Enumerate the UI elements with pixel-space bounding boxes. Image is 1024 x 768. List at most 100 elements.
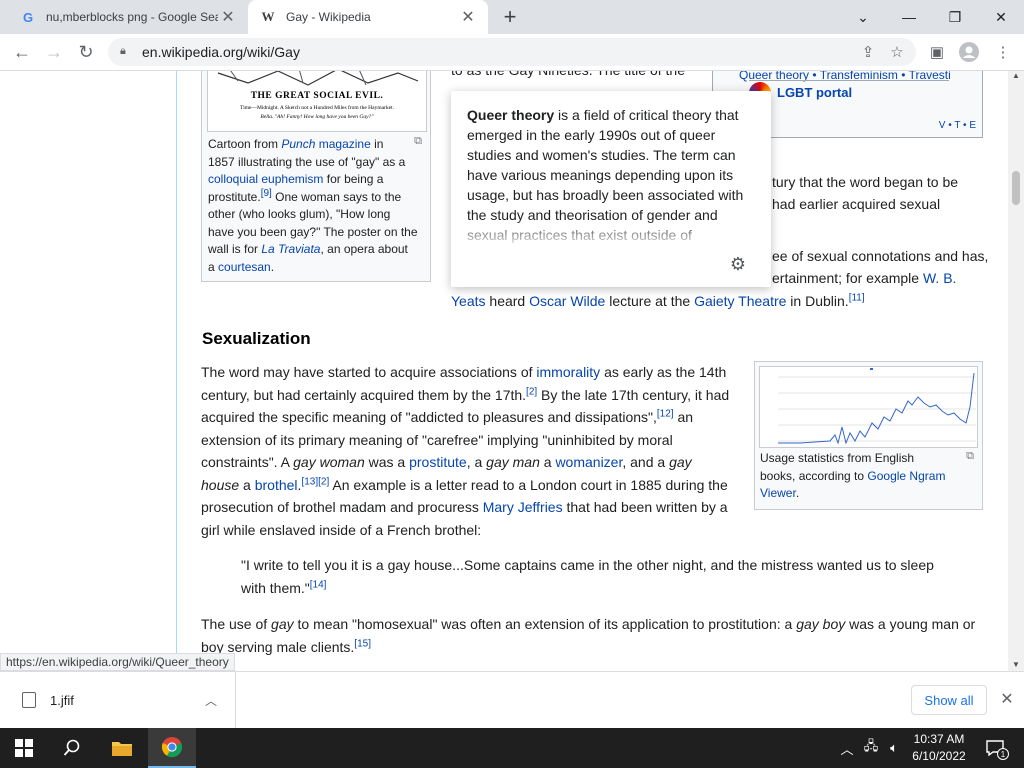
forward-button[interactable]: → xyxy=(40,38,68,66)
tab-search-chevron-icon[interactable]: ⌄ xyxy=(840,0,886,34)
text-fragment-3: ee of sexual connotations and has, xyxy=(772,248,989,264)
vertical-scrollbar[interactable]: ▲ ▼ xyxy=(1008,71,1024,671)
text-fragment-1: tury that the word began to be xyxy=(772,174,959,190)
search-button[interactable] xyxy=(48,728,96,768)
ref-15[interactable]: [15] xyxy=(354,638,371,649)
download-filename: 1.jfif xyxy=(50,692,74,708)
minimize-button[interactable]: — xyxy=(886,0,932,34)
section-heading-sexualization: Sexualization xyxy=(202,329,311,348)
ngram-thumbnail: ⧉ Usage statistics from English books, a… xyxy=(754,361,983,510)
bookmark-star-icon[interactable]: ☆ xyxy=(886,41,908,63)
popup-fade xyxy=(451,219,771,249)
back-button[interactable]: ← xyxy=(8,38,36,66)
cartoon-image[interactable]: THE GREAT SOCIAL EVIL. Time—Midnight. A … xyxy=(207,71,427,132)
close-window-button[interactable]: ✕ xyxy=(978,0,1024,34)
download-item[interactable]: 1.jfif ︿ xyxy=(0,672,236,728)
windows-logo-icon xyxy=(15,739,33,757)
system-clock[interactable]: 10:37 AM 6/10/2022 xyxy=(904,731,974,765)
text-fragment-4: ertainment; for example W. B. xyxy=(772,270,957,286)
reload-button[interactable]: ↻ xyxy=(72,38,100,66)
page-viewport: to as the Gay Nineties. The title of the… xyxy=(0,71,1024,671)
restore-button[interactable]: ❐ xyxy=(932,0,978,34)
gaiety-theatre-link[interactable]: Gaiety Theatre xyxy=(694,293,786,309)
tab-wikipedia[interactable]: W Gay - Wikipedia ✕ xyxy=(248,0,488,34)
show-all-button[interactable]: Show all xyxy=(911,685,987,715)
new-tab-button[interactable]: + xyxy=(498,4,522,29)
status-url-tooltip: https://en.wikipedia.org/wiki/Queer_theo… xyxy=(0,653,235,671)
google-ngram-link[interactable]: Google Ngram xyxy=(867,469,945,483)
lock-icon[interactable]: 🔒︎ xyxy=(120,45,134,59)
ref-13-2[interactable]: [13][2] xyxy=(301,476,329,487)
content-border xyxy=(176,71,177,671)
url-text: en.wikipedia.org/wiki/Gay xyxy=(142,44,300,60)
colloquial-euphemism-link[interactable]: colloquial euphemism xyxy=(208,172,323,186)
browser-toolbar: ← → ↻ 🔒︎ en.wikipedia.org/wiki/Gay ⇪ ☆ ▣… xyxy=(0,34,1024,71)
ngram-viewer-link[interactable]: Viewer xyxy=(760,486,796,500)
ref-9[interactable]: [9] xyxy=(261,188,272,199)
side-panel-icon[interactable]: ▣ xyxy=(926,41,948,63)
wikipedia-favicon-icon: W xyxy=(261,9,275,24)
paragraph-sexualization-1: The word may have started to acquire ass… xyxy=(201,364,730,538)
menu-kebab-icon[interactable]: ⋮ xyxy=(992,41,1014,63)
scroll-up-icon[interactable]: ▲ xyxy=(1012,71,1020,80)
wb-yeats-link[interactable]: W. B. xyxy=(923,270,956,286)
search-icon xyxy=(63,739,80,756)
share-icon[interactable]: ⇪ xyxy=(857,41,879,63)
ref-12[interactable]: [12] xyxy=(657,408,674,419)
file-explorer-button[interactable] xyxy=(98,728,146,768)
ref-14[interactable]: [14] xyxy=(310,579,327,590)
scroll-down-icon[interactable]: ▼ xyxy=(1012,660,1020,669)
gear-icon[interactable]: ⚙ xyxy=(729,254,747,274)
tray-overflow-chevron-icon[interactable]: ︿ xyxy=(838,738,856,758)
tab-google-search[interactable]: G nu,mberblocks png - Google Sea ✕ xyxy=(8,0,248,34)
scrollbar-thumb[interactable] xyxy=(1012,171,1020,205)
courtesan-link[interactable]: courtesan xyxy=(218,260,271,274)
womanizer-link[interactable]: womanizer xyxy=(555,454,622,470)
cartoon-caption: Cartoon from Punch magazine in 1857 illu… xyxy=(208,137,418,274)
file-icon xyxy=(22,692,36,708)
close-tab-icon[interactable]: ✕ xyxy=(458,7,478,27)
page-preview-popup[interactable]: Queer theory is a field of critical theo… xyxy=(451,91,771,287)
immorality-link[interactable]: immorality xyxy=(536,364,600,380)
close-tab-icon[interactable]: ✕ xyxy=(218,7,238,27)
cartoon-drawing-icon xyxy=(217,71,419,86)
address-bar[interactable]: 🔒︎ en.wikipedia.org/wiki/Gay xyxy=(108,38,916,66)
ngram-chart-image[interactable] xyxy=(759,366,978,448)
volume-icon[interactable]: 🔈︎ xyxy=(885,738,903,758)
brothel-link[interactable]: brothel xyxy=(255,477,298,493)
cartoon-subline2: Bella. "Ah! Fanny! How long have you bee… xyxy=(260,114,374,120)
profile-avatar-icon[interactable] xyxy=(958,41,980,63)
close-icon[interactable]: ✕ xyxy=(996,688,1018,710)
cartoon-thumbnail: THE GREAT SOCIAL EVIL. Time—Midnight. A … xyxy=(201,71,431,282)
tab-title: Gay - Wikipedia xyxy=(286,10,371,24)
ref-2[interactable]: [2] xyxy=(526,386,537,397)
download-shelf: 1.jfif ︿ Show all ✕ xyxy=(0,671,1024,728)
tab-title: nu,mberblocks png - Google Sea xyxy=(46,10,218,24)
lgbt-portal-link[interactable]: LGBT portal xyxy=(749,80,949,104)
chrome-taskbar-button[interactable] xyxy=(148,728,196,768)
chrome-icon xyxy=(161,737,183,758)
ngram-graph-icon xyxy=(778,368,976,445)
punch-link[interactable]: Punch xyxy=(281,137,315,151)
yeats-link[interactable]: Yeats xyxy=(451,293,486,309)
portal-label: LGBT portal xyxy=(777,85,853,100)
google-favicon-icon: G xyxy=(22,9,34,25)
notification-badge: 1 xyxy=(997,748,1009,760)
oscar-wilde-link[interactable]: Oscar Wilde xyxy=(529,293,605,309)
start-button[interactable] xyxy=(0,728,48,768)
cartoon-subline: Time—Midnight. A Sketch not a Hundred Mi… xyxy=(240,105,394,111)
text-fragment-5: Yeats heard Oscar Wilde lecture at the G… xyxy=(451,292,865,309)
windows-taskbar: ︿ 🖧︎ 🔈︎ 10:37 AM 6/10/2022 1 xyxy=(0,728,1024,768)
chevron-up-icon[interactable]: ︿ xyxy=(201,692,221,709)
prostitute-link[interactable]: prostitute xyxy=(409,454,467,470)
magazine-link[interactable]: magazine xyxy=(319,137,371,151)
mary-jeffries-link[interactable]: Mary Jeffries xyxy=(483,499,563,515)
la-traviata-link[interactable]: La Traviata xyxy=(261,242,320,256)
ref-11[interactable]: [11] xyxy=(849,292,865,303)
paragraph-sexualization-2: The use of gay to mean "homosexual" was … xyxy=(201,616,976,655)
network-icon[interactable]: 🖧︎ xyxy=(862,738,880,758)
partial-text-top: to as the Gay Nineties. The title of the xyxy=(451,71,711,82)
navbox-vte[interactable]: V • T • E xyxy=(939,120,976,131)
ngram-caption: Usage statistics from English books, acc… xyxy=(760,451,946,500)
folder-icon xyxy=(112,742,132,756)
